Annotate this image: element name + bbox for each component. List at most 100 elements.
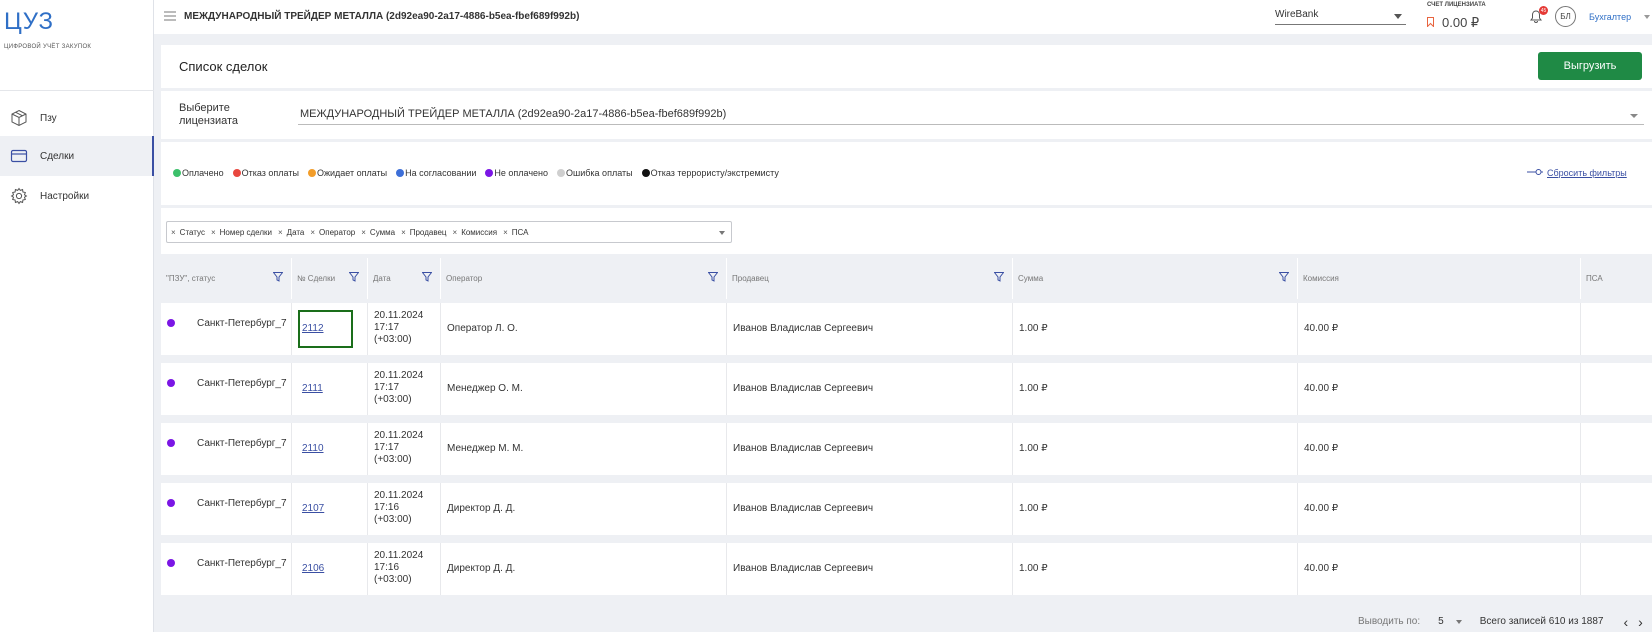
bank-select-value: WireBank xyxy=(1275,9,1319,20)
cell-status: Санкт-Петербург_7 xyxy=(161,423,291,475)
column-header-commission[interactable]: Комиссия xyxy=(1297,258,1580,299)
close-icon[interactable]: × xyxy=(310,228,315,237)
cell-operator: Директор Д. Д. xyxy=(440,543,726,595)
card-icon xyxy=(10,147,28,165)
legend-item-paid[interactable]: Оплачено xyxy=(173,168,224,178)
cell-operator: Менеджер М. М. xyxy=(440,423,726,475)
operator-name: Директор Д. Д. xyxy=(447,503,516,514)
status-dot xyxy=(485,169,494,177)
column-header-sum[interactable]: Сумма xyxy=(1012,258,1297,299)
legend-label: На согласовании xyxy=(405,168,477,178)
status-legend: Оплачено Отказ оплаты Ожидает оплаты На … xyxy=(173,168,788,178)
close-icon[interactable]: × xyxy=(171,228,176,237)
deal-link[interactable]: 2111 xyxy=(302,383,323,394)
column-chip[interactable]: × Комиссия xyxy=(453,228,498,237)
table-row[interactable]: Санкт-Петербург_7 2111 20.11.2024 17:17 (+… xyxy=(161,363,1652,415)
column-chip[interactable]: × Статус xyxy=(171,228,205,237)
filter-icon[interactable] xyxy=(993,272,1005,284)
filter-icon[interactable] xyxy=(421,272,433,284)
operator-name: Менеджер О. М. xyxy=(447,383,523,394)
sidebar-item-pzu[interactable]: Пзу xyxy=(0,98,154,138)
legend-item-on-approval[interactable]: На согласовании xyxy=(396,168,476,178)
status-dot xyxy=(396,169,405,177)
column-header-label: № Сделки xyxy=(297,274,336,283)
table-row[interactable]: Санкт-Петербург_7 2110 20.11.2024 17:17 (+… xyxy=(161,423,1652,475)
date-time: 17:17 xyxy=(374,442,400,453)
filter-icon[interactable] xyxy=(1278,272,1290,284)
column-chip[interactable]: × Оператор xyxy=(310,228,355,237)
table-row[interactable]: Санкт-Петербург_7 2106 20.11.2024 17:16 (+… xyxy=(161,543,1652,595)
column-chip-label: Продавец xyxy=(409,227,447,237)
sum-value: 1.00 ₽ xyxy=(1019,383,1048,394)
date-tz: (+03:00) xyxy=(374,334,412,345)
deal-link[interactable]: 2107 xyxy=(302,503,324,514)
filter-icon[interactable] xyxy=(348,272,360,284)
column-header-seller[interactable]: Продавец xyxy=(726,258,1012,299)
close-icon[interactable]: × xyxy=(211,228,216,237)
licensee-select[interactable]: МЕЖДУНАРОДНЫЙ ТРЕЙДЕР МЕТАЛЛА (2d92ea90-… xyxy=(298,101,1644,125)
operator-name: Оператор Л. О. xyxy=(447,323,518,334)
legend-item-awaiting-payment[interactable]: Ожидает оплаты xyxy=(307,168,387,178)
logo[interactable]: ЦУЗ ЦИФРОВОЙ УЧЁТ ЗАКУПОК xyxy=(4,8,91,50)
date-tz: (+03:00) xyxy=(374,394,412,405)
chevron-down-icon[interactable] xyxy=(719,231,725,235)
close-icon[interactable]: × xyxy=(361,228,366,237)
column-header-operator[interactable]: Оператор xyxy=(440,258,726,299)
column-chip[interactable]: × Номер сделки xyxy=(211,228,272,237)
chevron-down-icon[interactable] xyxy=(1644,15,1650,19)
filter-icon[interactable] xyxy=(707,272,719,284)
status-dot xyxy=(167,499,175,507)
legend-item-payment-error[interactable]: Ошибка оплаты xyxy=(557,168,633,178)
cell-seller: Иванов Владислав Сергеевич xyxy=(726,543,1012,595)
account-balance: 0.00 ₽ xyxy=(1442,15,1480,30)
legend-item-payment-refused[interactable]: Отказ оплаты xyxy=(232,168,299,178)
close-icon[interactable]: × xyxy=(401,228,406,237)
sidebar-item-deals[interactable]: Сделки xyxy=(0,136,154,176)
column-chip[interactable]: × Сумма xyxy=(361,228,395,237)
chevron-down-icon xyxy=(1455,619,1462,624)
export-button[interactable]: Выгрузить xyxy=(1538,52,1642,80)
table-row[interactable]: Санкт-Петербург_7 2107 20.11.2024 17:16 (+… xyxy=(161,483,1652,535)
table-row[interactable]: Санкт-Петербург_7 2112 20.11.2024 17:17 (+… xyxy=(161,303,1652,355)
columns-multiselect[interactable]: × Статус × Номер сделки × Дата × Оператор × С… xyxy=(166,221,732,243)
avatar[interactable]: БЛ xyxy=(1555,6,1576,27)
cell-date: 20.11.2024 17:17 (+03:00) xyxy=(367,423,440,475)
legend-item-terrorist-refusal[interactable]: Отказ террористу/экстремисту xyxy=(641,168,779,178)
sidebar-divider xyxy=(0,90,154,91)
column-header-psa[interactable]: ПСА xyxy=(1580,258,1652,299)
cell-operator: Менеджер О. М. xyxy=(440,363,726,415)
close-icon[interactable]: × xyxy=(503,228,508,237)
deal-link[interactable]: 2106 xyxy=(302,563,324,574)
reset-filters-label: Сбросить фильтры xyxy=(1547,168,1627,178)
seller-name: Иванов Владислав Сергеевич xyxy=(733,443,874,454)
column-header-status[interactable]: "ПЗУ", статус xyxy=(161,258,291,299)
focus-outline xyxy=(298,310,353,348)
date-tz: (+03:00) xyxy=(374,454,412,465)
chevron-right-icon[interactable]: › xyxy=(1638,615,1643,629)
column-chip[interactable]: × Дата xyxy=(278,228,304,237)
cell-psa xyxy=(1580,483,1652,535)
filter-icon[interactable] xyxy=(272,272,284,284)
commission-value: 40.00 ₽ xyxy=(1304,503,1339,514)
deal-link[interactable]: 2110 xyxy=(302,443,324,454)
sidebar-item-settings[interactable]: Настройки xyxy=(0,176,154,216)
reset-filters-link[interactable]: Сбросить фильтры xyxy=(1527,168,1627,178)
legend-label: Оплачено xyxy=(182,168,224,178)
cell-seller: Иванов Владислав Сергеевич xyxy=(726,483,1012,535)
date-tz: (+03:00) xyxy=(374,514,412,525)
user-role-menu[interactable]: Бухгалтер xyxy=(1589,12,1631,22)
close-icon[interactable]: × xyxy=(453,228,458,237)
column-chip[interactable]: × ПСА xyxy=(503,228,528,237)
column-chip[interactable]: × Продавец xyxy=(401,228,446,237)
per-page-select[interactable]: 5 xyxy=(1438,616,1462,627)
pzu-name: Санкт-Петербург_7 xyxy=(197,318,287,329)
bank-select[interactable]: WireBank xyxy=(1275,5,1406,25)
seller-name: Иванов Владислав Сергеевич xyxy=(733,563,874,574)
column-header-deal-number[interactable]: № Сделки xyxy=(291,258,367,299)
column-header-date[interactable]: Дата xyxy=(367,258,440,299)
commission-value: 40.00 ₽ xyxy=(1304,563,1339,574)
legend-item-not-paid[interactable]: Не оплачено xyxy=(485,168,548,178)
chevron-left-icon[interactable]: ‹ xyxy=(1623,615,1628,629)
menu-icon[interactable] xyxy=(164,11,176,24)
close-icon[interactable]: × xyxy=(278,228,283,237)
